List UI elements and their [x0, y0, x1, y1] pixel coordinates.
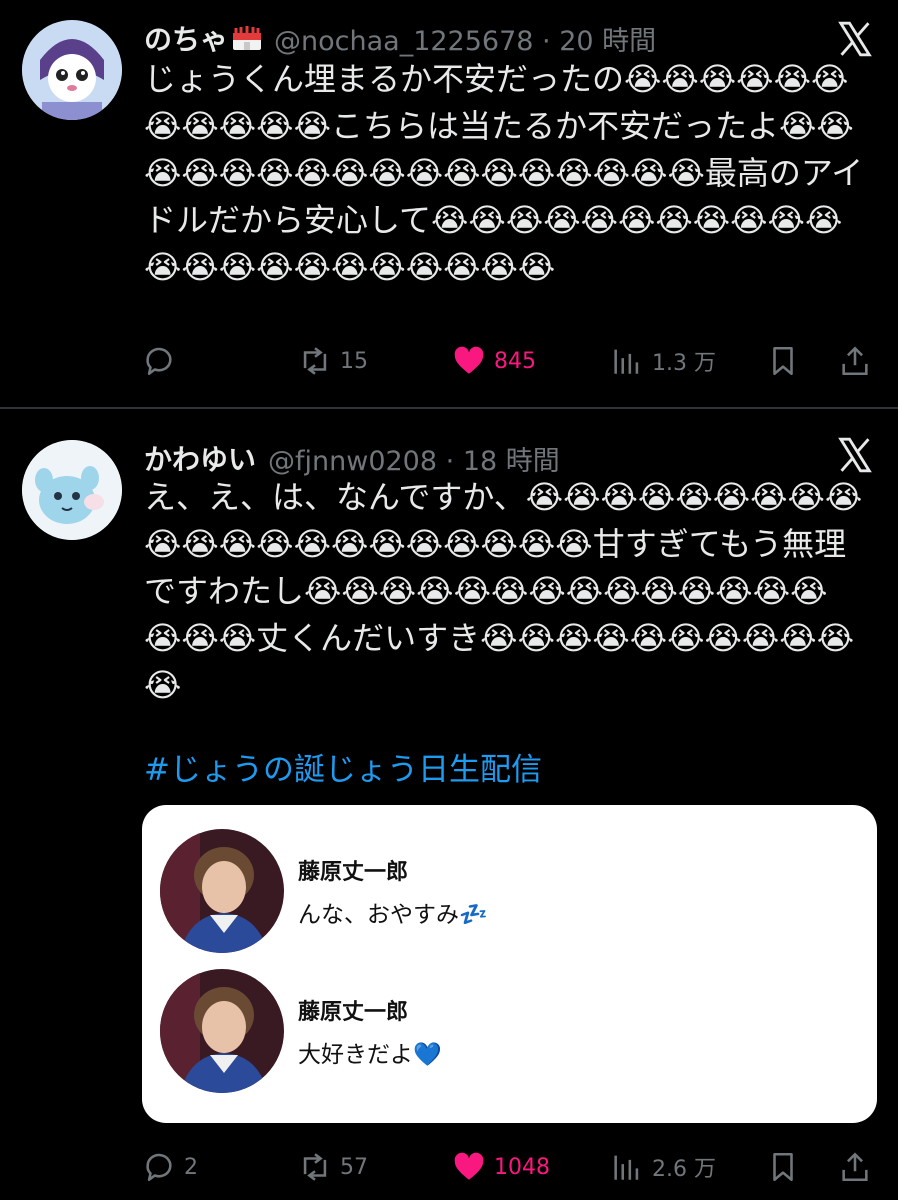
avatar-character-icon [22, 20, 122, 120]
reply-button[interactable] [142, 341, 184, 381]
tweet-header: のちゃ @nochaa_1225678 · 20 時間 [144, 18, 656, 58]
views-count: 1.3 万 [652, 351, 716, 376]
bookmark-button[interactable] [766, 341, 800, 381]
sender-name: 藤原丈一郎 [298, 1000, 409, 1025]
tweet-card[interactable]: のちゃ @nochaa_1225678 · 20 時間 じょうくん埋まるか不安だ… [0, 0, 898, 405]
handle-text: @fjnnw0208 [268, 445, 438, 477]
action-bar: 15 845 1.3 万 [0, 341, 898, 381]
message-text: んな、おやすみ💤 [298, 902, 488, 928]
bookmark-icon [773, 346, 793, 376]
reply-count: 2 [184, 1154, 198, 1180]
share-upload-icon [842, 1152, 868, 1182]
retweet-count: 15 [340, 348, 368, 374]
like-count: 845 [494, 348, 536, 374]
avatar[interactable] [22, 20, 122, 120]
views-bar-chart-icon [614, 1155, 639, 1180]
views-count: 2.6 万 [652, 1157, 716, 1182]
handle[interactable]: @fjnnw0208 · 18 時間 [268, 439, 560, 478]
views-button[interactable]: 2.6 万 [610, 1147, 716, 1187]
divider [0, 407, 898, 409]
message-text: 大好きだよ💙 [298, 1042, 442, 1068]
person-photo-icon [160, 969, 284, 1093]
retweet-button[interactable]: 15 [298, 341, 368, 381]
person-photo-icon [160, 829, 284, 953]
share-upload-icon [842, 346, 868, 376]
share-button[interactable] [838, 341, 872, 381]
like-button[interactable]: 1048 [452, 1147, 550, 1187]
timestamp[interactable]: 20 時間 [559, 26, 656, 57]
retweet-icon [303, 1153, 327, 1181]
retweet-button[interactable]: 57 [298, 1147, 368, 1187]
avatar[interactable] [22, 440, 122, 540]
chat-message: 藤原丈一郎 大好きだよ💙 [160, 969, 860, 1093]
tweet-text: え、え、は、なんですか、😭😭😭😭😭😭😭😭😭😭😭😭😭😭😭😭😭😭😭😭😭甘すぎてもう無… [144, 478, 863, 704]
school-building-badge-icon [232, 25, 262, 51]
avatar-character-icon [22, 440, 122, 540]
x-logo-icon[interactable] [836, 20, 874, 58]
sender-name: 藤原丈一郎 [298, 860, 409, 885]
display-name[interactable]: かわゆい [144, 438, 256, 478]
sender-avatar [160, 969, 284, 1093]
tweet-text: じょうくん埋まるか不安だったの😭😭😭😭😭😭😭😭😭😭😭こちらは当たるか不安だったよ… [144, 60, 864, 286]
handle[interactable]: @nochaa_1225678 · 20 時間 [274, 19, 656, 58]
like-button[interactable]: 845 [452, 341, 536, 381]
reply-button[interactable]: 2 [142, 1147, 198, 1187]
embedded-image-card[interactable]: 藤原丈一郎 んな、おやすみ💤 藤原丈一郎 大好きだよ💙 [142, 805, 877, 1123]
views-button[interactable]: 1.3 万 [610, 341, 716, 381]
share-button[interactable] [838, 1147, 872, 1187]
reply-bubble-icon [146, 347, 172, 376]
retweet-icon [303, 347, 327, 375]
tweet-card[interactable]: かわゆい @fjnnw0208 · 18 時間 え、え、は、なんですか、😭😭😭😭… [0, 412, 898, 1200]
views-bar-chart-icon [614, 349, 639, 374]
timestamp[interactable]: 18 時間 [463, 446, 560, 477]
dot-separator: · [445, 445, 455, 477]
like-count: 1048 [494, 1154, 550, 1180]
dot-separator: · [542, 25, 551, 57]
heart-filled-icon [454, 346, 484, 374]
bookmark-icon [773, 1152, 793, 1182]
reply-bubble-icon [146, 1153, 172, 1182]
bookmark-button[interactable] [766, 1147, 800, 1187]
chat-message: 藤原丈一郎 んな、おやすみ💤 [160, 829, 860, 953]
display-name[interactable]: のちゃ [144, 18, 228, 58]
sender-avatar [160, 829, 284, 953]
heart-filled-icon [454, 1152, 484, 1180]
x-logo-icon[interactable] [836, 436, 874, 474]
tweet-header: かわゆい @fjnnw0208 · 18 時間 [144, 438, 560, 478]
hashtag-link[interactable]: #じょうの誕じょう日生配信 [144, 744, 542, 789]
retweet-count: 57 [340, 1154, 368, 1180]
handle-text: @nochaa_1225678 [274, 25, 534, 57]
action-bar: 2 57 1048 2.6 万 [0, 1147, 898, 1187]
